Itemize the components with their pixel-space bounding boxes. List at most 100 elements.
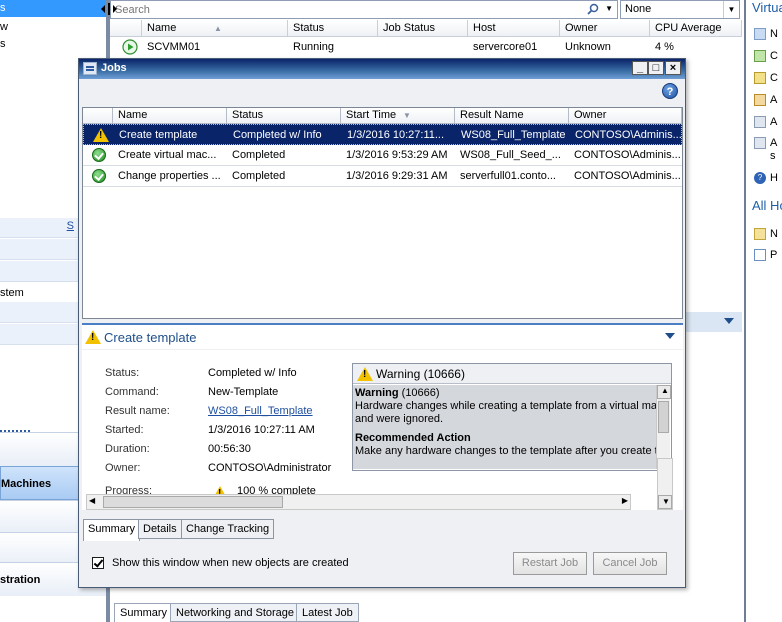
action-item[interactable]: P — [754, 249, 777, 262]
job-detail-header[interactable]: Create template — [82, 323, 683, 349]
restart-job-button[interactable]: Restart Job — [513, 552, 587, 575]
search-box: ▼ — [110, 0, 618, 19]
column-header-name[interactable]: Name ▲ — [142, 20, 288, 37]
warning-scrollbar[interactable]: ▲ — [656, 385, 671, 469]
jobs-grid-header: Name Status Start Time ▼ Result Name Own… — [83, 108, 682, 124]
search-input[interactable] — [111, 1, 581, 18]
vm-list-header: Name ▲ Status Job Status Host Owner CPU … — [110, 20, 742, 37]
tab-change-tracking[interactable]: Change Tracking — [181, 519, 275, 539]
help-icon: ? — [754, 172, 766, 185]
action-item[interactable]: A — [754, 94, 777, 107]
collapse-icon[interactable] — [665, 333, 675, 339]
column-header-job-status[interactable]: Job Status — [378, 20, 468, 37]
action-item[interactable]: N — [754, 28, 778, 41]
column-header-icon[interactable] — [83, 108, 113, 124]
column-header-status[interactable]: Status — [288, 20, 378, 37]
action-item[interactable]: A — [754, 137, 777, 150]
tab-summary[interactable]: Summary — [114, 603, 174, 622]
scroll-thumb[interactable] — [658, 401, 669, 433]
maximize-button[interactable]: □ — [648, 61, 664, 75]
warning-line: Hardware changes while creating a templa… — [355, 400, 656, 412]
prop-value-duration: 00:56:30 — [208, 443, 251, 455]
job-start-time: 1/3/2016 9:29:31 AM — [346, 170, 448, 182]
convert-icon — [754, 50, 766, 63]
horizontal-scrollbar[interactable]: ◀ ▶ — [86, 494, 631, 510]
scroll-up-button[interactable]: ▲ — [657, 385, 671, 399]
ok-icon — [92, 169, 106, 183]
vm-icon — [754, 28, 766, 41]
action-item-continuation: s — [770, 150, 776, 162]
job-row[interactable]: Create virtual mac... Completed 1/3/2016… — [83, 145, 682, 166]
prop-label-result-name: Result name: — [105, 405, 170, 417]
column-header-name[interactable]: Name — [113, 108, 227, 124]
detail-scrollbar[interactable]: ▼ — [657, 458, 673, 510]
nav-item[interactable]: s — [0, 36, 108, 53]
prop-label-status: Status: — [105, 367, 140, 379]
prop-label-command: Command: — [105, 386, 159, 398]
column-header-host[interactable]: Host — [468, 20, 560, 37]
job-status: Completed — [232, 149, 286, 161]
show-window-label: Show this window when new objects are cr… — [112, 557, 349, 569]
vm-owner: Unknown — [565, 41, 611, 53]
add-icon — [754, 137, 766, 150]
warning-panel: Warning (10666) Warning (10666) Hardware… — [352, 363, 672, 471]
scroll-down-button[interactable]: ▼ — [658, 495, 672, 509]
title-bar[interactable]: Jobs _ □ × — [79, 59, 685, 79]
chevron-down-icon[interactable]: ▼ — [723, 1, 739, 18]
scroll-thumb[interactable] — [103, 496, 283, 508]
jobs-window-icon — [83, 62, 97, 75]
column-header-icon[interactable] — [110, 20, 142, 37]
action-item[interactable]: N — [754, 228, 778, 241]
help-icon[interactable]: ? — [662, 83, 678, 99]
action-item[interactable]: C — [754, 50, 778, 63]
tab-details[interactable]: Details — [138, 519, 182, 539]
prop-label-owner: Owner: — [105, 462, 141, 474]
tab-latest-job[interactable]: Latest Job — [296, 603, 359, 622]
job-row[interactable]: Change properties ... Completed 1/3/2016… — [83, 166, 682, 187]
warning-header: Warning (10666) — [353, 364, 671, 384]
tab-summary[interactable]: Summary — [83, 519, 141, 541]
minimize-button[interactable]: _ — [632, 61, 648, 75]
action-item[interactable]: C — [754, 72, 778, 85]
column-header-owner[interactable]: Owner — [560, 20, 650, 37]
result-name-link[interactable]: WS08_Full_Template — [208, 405, 313, 417]
job-detail-title: Create template — [104, 330, 197, 345]
nav-item[interactable]: w — [0, 19, 108, 36]
action-item[interactable]: A — [754, 116, 777, 129]
job-result-name: WS08_Full_Seed_... — [460, 149, 561, 161]
collapse-icon[interactable] — [724, 318, 734, 324]
search-dropdown-icon[interactable]: ▼ — [605, 4, 613, 13]
vm-cpu: 4 % — [655, 41, 674, 53]
actions-section-title: All Ho — [752, 198, 782, 213]
column-header-status[interactable]: Status — [227, 108, 341, 124]
search-icon[interactable] — [587, 3, 599, 15]
vm-host: servercore01 — [473, 41, 538, 53]
properties-icon — [754, 249, 766, 262]
prop-value-owner: CONTOSO\Administrator — [208, 462, 332, 474]
job-owner: CONTOSO\Adminis... — [574, 170, 680, 182]
job-row[interactable]: Create template Completed w/ Info 1/3/20… — [83, 124, 682, 145]
vm-name: SCVMM01 — [147, 41, 201, 53]
job-status: Completed w/ Info — [233, 129, 322, 141]
column-header-result-name[interactable]: Result Name — [455, 108, 569, 124]
actions-title: Virtua — [752, 0, 782, 15]
cancel-job-button[interactable]: Cancel Job — [593, 552, 667, 575]
nav-item-selected[interactable]: s — [0, 0, 108, 17]
job-detail-body: Status: Completed w/ Info Command: New-T… — [82, 350, 683, 510]
column-header-cpu[interactable]: CPU Average — [650, 20, 742, 37]
filter-select[interactable]: None ▼ — [620, 0, 740, 19]
close-button[interactable]: × — [665, 61, 681, 75]
job-owner: CONTOSO\Adminis... — [575, 129, 681, 141]
chevron-left-icon[interactable]: ◀ — [89, 496, 95, 505]
show-window-checkbox[interactable] — [92, 557, 104, 569]
tab-networking-storage[interactable]: Networking and Storage — [170, 603, 301, 622]
chevron-right-icon[interactable]: ▶ — [622, 496, 628, 505]
column-label: Name — [147, 22, 177, 34]
warning-code: (10666) — [398, 387, 440, 399]
sort-asc-icon: ▲ — [214, 24, 222, 33]
column-header-owner[interactable]: Owner — [569, 108, 682, 124]
vm-row[interactable]: SCVMM01 Running servercore01 Unknown 4 % — [110, 38, 742, 56]
column-header-start-time[interactable]: Start Time ▼ — [341, 108, 455, 124]
action-item[interactable]: ? H — [754, 172, 778, 185]
nav-link[interactable]: S — [67, 220, 74, 232]
